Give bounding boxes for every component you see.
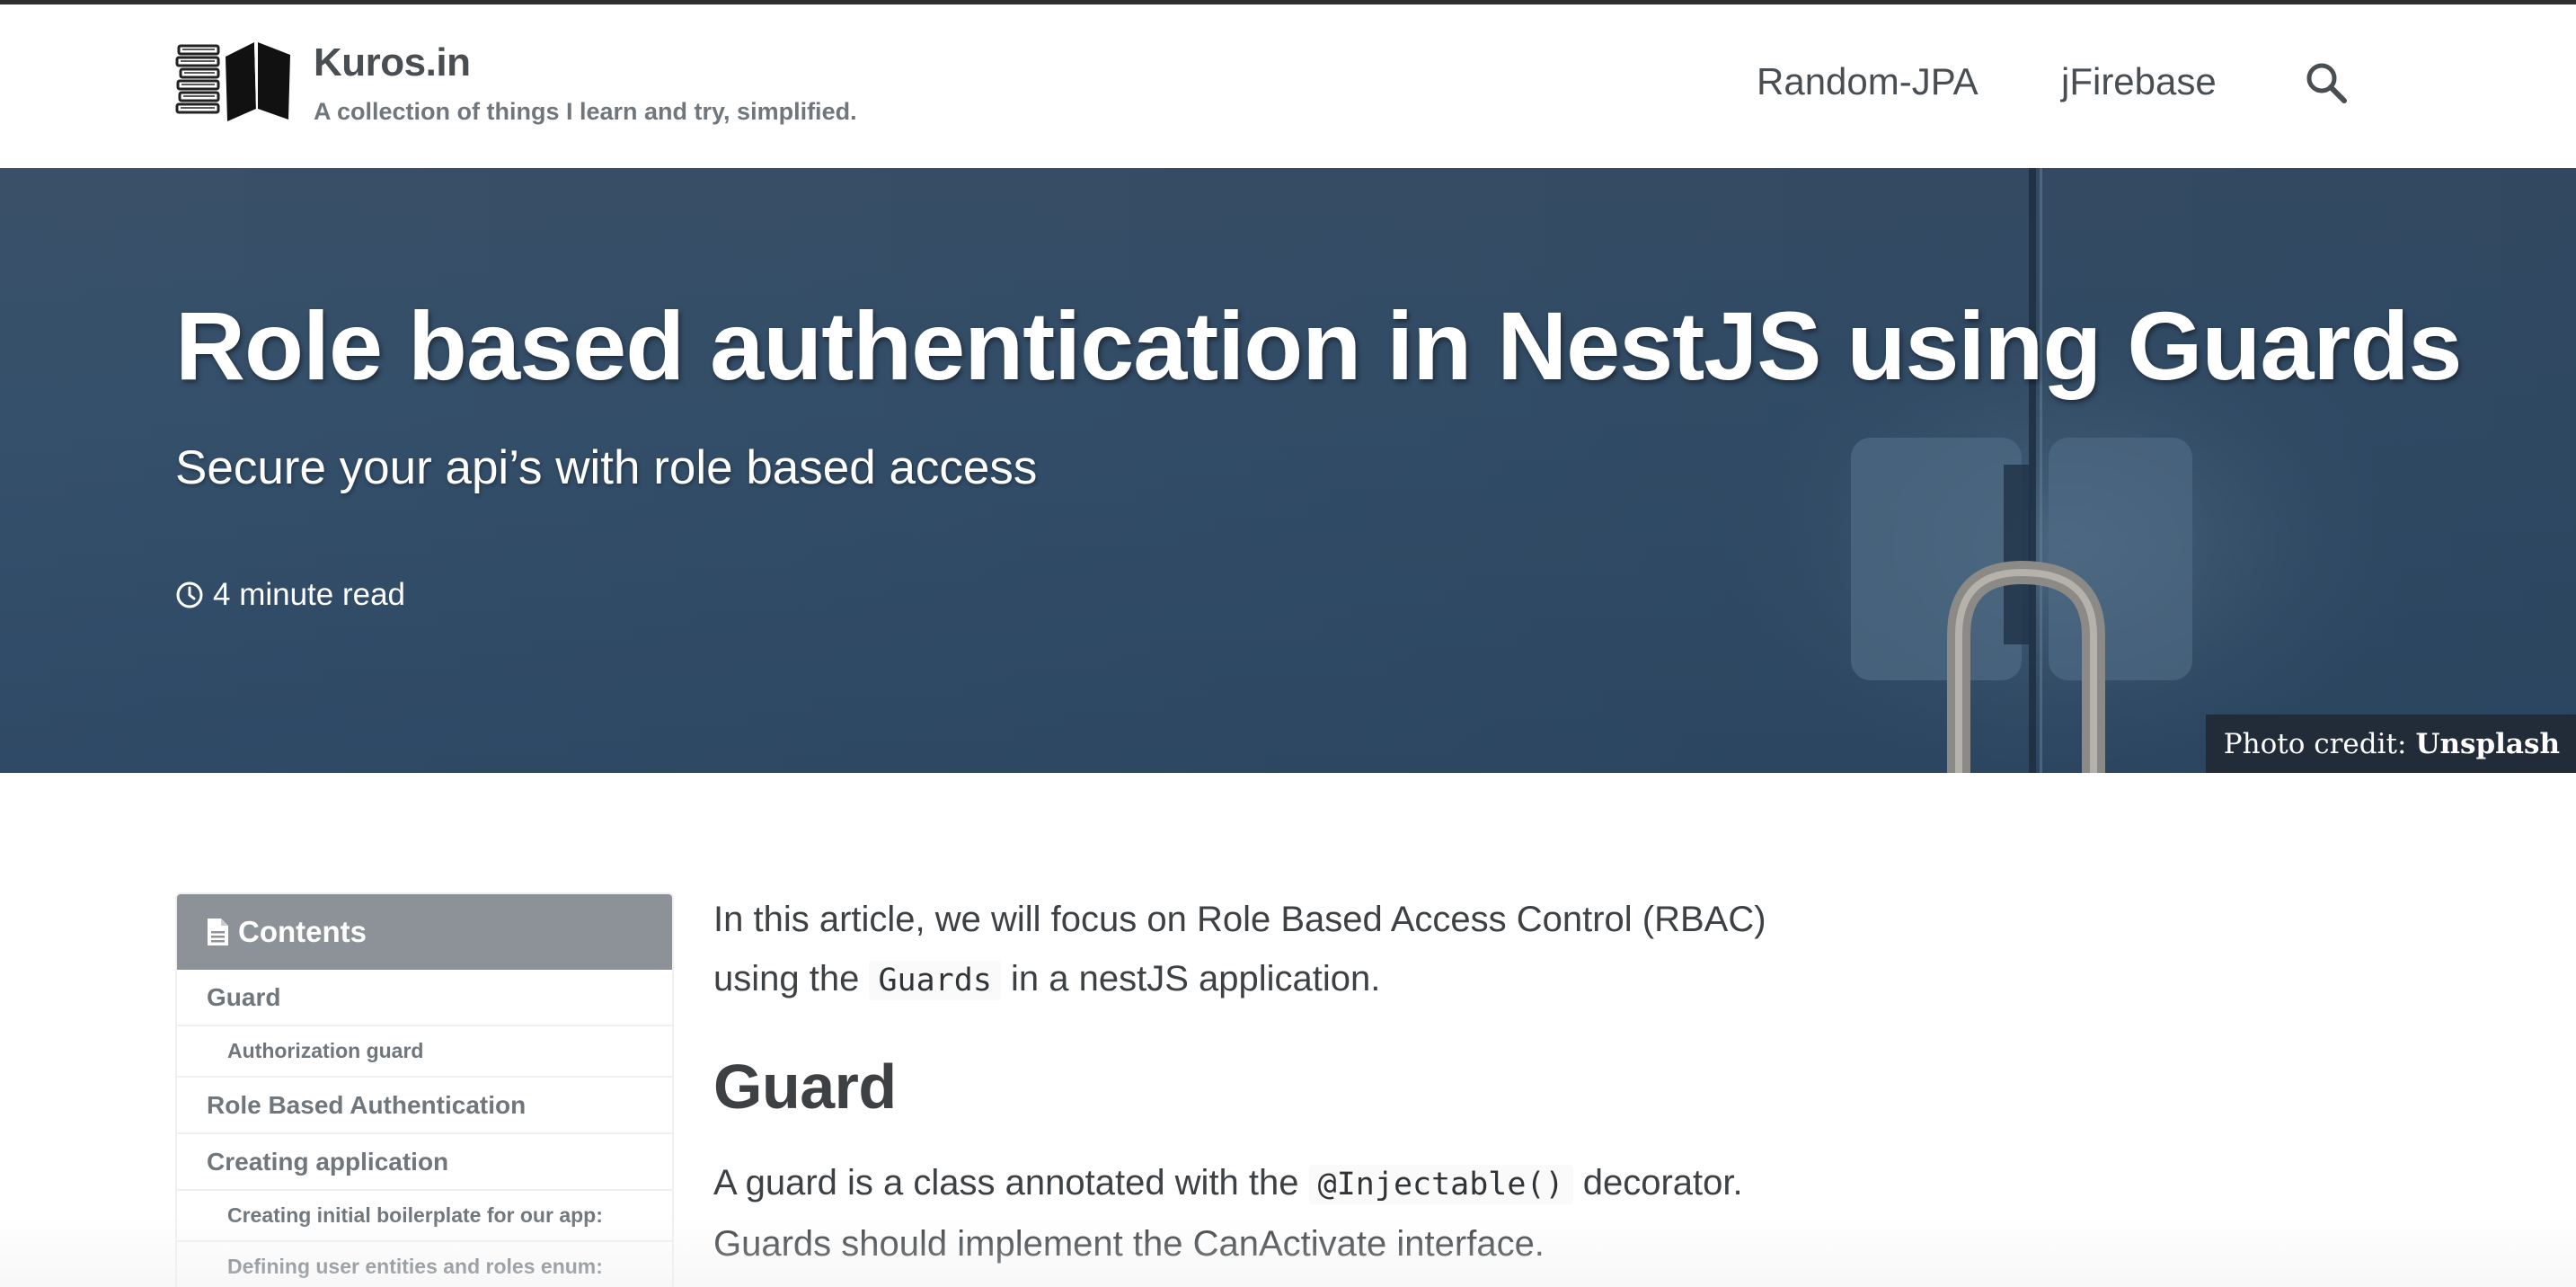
toc-item-creating-application[interactable]: Creating application [177,1134,672,1191]
page-title: Role based authentication in NestJS usin… [175,291,2462,400]
toc-header: Contents [177,894,672,970]
inline-code-guards: Guards [869,961,1001,1000]
nav-link-random-jpa[interactable]: Random-JPA [1757,60,1978,103]
guard-paragraph: A guard is a class annotated with the @I… [713,1153,1881,1274]
search-icon[interactable] [2305,61,2348,104]
section-heading-guard: Guard [713,1052,897,1122]
toc-item-authorization-guard[interactable]: Authorization guard [177,1026,672,1078]
intro-text-2: using the [713,959,860,999]
article-body: In this article, we will focus on Role B… [713,890,1881,1274]
inline-code-injectable: @Injectable() [1308,1165,1573,1204]
toc-item-guard[interactable]: Guard [177,970,672,1026]
books-logo[interactable] [175,39,294,123]
masthead: Kuros.in A collection of things I learn … [0,4,2576,168]
hero-banner: Role based authentication in NestJS usin… [0,168,2576,773]
table-of-contents: Contents Guard Authorization guard Role … [175,892,674,1287]
guard-text-3: Guards should implement the CanActivate … [713,1224,1545,1264]
intro-text-1: In this article, we will focus on Role B… [713,900,1766,939]
clock-icon [176,581,203,608]
photo-credit-prefix: Photo credit: [2223,727,2407,760]
document-icon [208,919,228,945]
read-time-label: 4 minute read [213,577,406,612]
toc-item-initial-boilerplate[interactable]: Creating initial boilerplate for our app… [177,1191,672,1242]
toc-item-user-entities[interactable]: Defining user entities and roles enum: [177,1242,672,1287]
guard-text-2: decorator. [1582,1163,1743,1203]
toc-title: Contents [238,915,367,948]
site-title[interactable]: Kuros.in [314,40,471,85]
read-time: 4 minute read [175,577,405,613]
site-subtitle: A collection of things I learn and try, … [314,98,857,125]
guard-text-1: A guard is a class annotated with the [713,1163,1299,1203]
nav-link-jfirebase[interactable]: jFirebase [2061,60,2217,103]
page-excerpt: Secure your api’s with role based access [175,441,1038,494]
intro-text-3: in a nestJS application. [1011,959,1381,999]
photo-credit-link[interactable]: Unsplash [2415,728,2560,760]
photo-credit: Photo credit: Unsplash [2205,715,2576,773]
toc-item-role-based-authentication[interactable]: Role Based Authentication [177,1078,672,1134]
intro-paragraph: In this article, we will focus on Role B… [713,890,1881,1010]
